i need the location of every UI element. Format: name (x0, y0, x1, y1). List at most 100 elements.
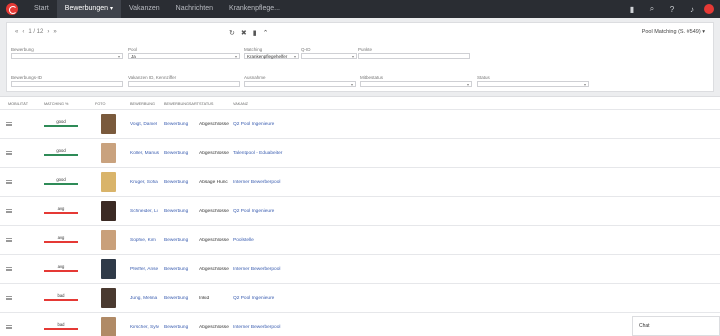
applicant-name-link[interactable]: Koller, Marius (130, 151, 162, 156)
vacancy-link[interactable]: Q2 Pool Ingenieure (233, 296, 274, 301)
pool-select-label: Pool Matching (S. #549) (641, 29, 701, 35)
refresh-icon[interactable]: ↻ (229, 29, 235, 37)
applicant-name-link[interactable]: Pfeiffer, Anse (130, 267, 162, 272)
vacancy-link[interactable]: Poolstelle (233, 238, 254, 243)
drag-handle-icon[interactable] (6, 296, 12, 300)
drag-handle-icon[interactable] (6, 267, 12, 271)
matching-score: good (44, 119, 78, 127)
table-row[interactable]: good Kruger, Sofia Bewerbung Absage Hunc Int… (0, 167, 720, 196)
chevron-down-icon: ▾ (583, 82, 586, 87)
bookmark-filter-icon[interactable]: ▮ (253, 29, 257, 37)
applicant-name-link[interactable]: Sophie, Kim (130, 238, 162, 243)
filter-mitbestatus-select[interactable]: ▾ (360, 81, 472, 87)
application-type-link[interactable]: Bewerbung (164, 151, 196, 156)
th-application-type[interactable]: Bewerbungsart (164, 102, 199, 106)
filter-bewerbungs-id: Bewerbungs-ID (11, 75, 123, 87)
search-icon[interactable]: ⌕ (642, 0, 662, 18)
application-type-link[interactable]: Bewerbung (164, 180, 196, 185)
applications-table: Mobilität Matching % Foto Bewerbung Bewe… (0, 96, 720, 336)
filter-pool: Pool Ja ▾ (128, 47, 240, 59)
application-status: Abgeschlosse (199, 151, 229, 156)
user-avatar[interactable] (704, 4, 714, 14)
filter-pool-select[interactable]: Ja ▾ (128, 53, 240, 59)
table-row[interactable]: avg Schneider, Li Bewerbung Abgeschlosse Q2 … (0, 196, 720, 225)
applicant-name-link[interactable]: Jung, Melina (130, 296, 162, 301)
applicant-photo[interactable] (101, 143, 116, 163)
drag-handle-icon[interactable] (6, 180, 12, 184)
bookmark-icon[interactable]: ▮ (622, 0, 642, 18)
nav-krankenpflege[interactable]: Krankenpflege... (221, 0, 288, 18)
table-row[interactable]: bad Jung, Melina Bewerbung Inkid Q2 Pool Ing… (0, 283, 720, 312)
th-vacancy[interactable]: Vakanz (233, 102, 248, 106)
nav-nachrichten[interactable]: Nachrichten (168, 0, 221, 18)
applicant-name-link[interactable]: Kirscher, Sylv (130, 325, 162, 330)
application-type-link[interactable]: Bewerbung (164, 267, 196, 272)
application-type-link[interactable]: Bewerbung (164, 325, 196, 330)
drag-handle-icon[interactable] (6, 325, 12, 329)
drag-handle-icon[interactable] (6, 122, 12, 126)
filter-bewerbung-input[interactable]: ▾ (11, 53, 123, 59)
drag-handle-icon[interactable] (6, 238, 12, 242)
filter-matching-select[interactable]: Krankenpflegehelfer ▾ (244, 53, 299, 59)
matching-score: avg (44, 264, 78, 272)
filter-vakanzen-id-input[interactable] (128, 81, 240, 87)
vacancy-link[interactable]: Interner Bewerberpool (233, 180, 280, 185)
last-page-icon[interactable]: » (53, 29, 56, 35)
filter-matching: Matching Krankenpflegehelfer ▾ (244, 47, 299, 59)
drag-handle-icon[interactable] (6, 151, 12, 155)
bell-icon[interactable]: ♪ (682, 0, 702, 18)
table-row[interactable]: bad Kirscher, Sylv Bewerbung Abgeschlosse In… (0, 312, 720, 336)
filter-status-select[interactable]: ▾ (477, 81, 589, 87)
applicant-photo[interactable] (101, 259, 116, 279)
vacancy-link[interactable]: Q2 Pool Ingenieure (233, 209, 274, 214)
filter-bewerbungs-id-input[interactable] (11, 81, 123, 87)
nav-start[interactable]: Start (26, 0, 57, 18)
application-type-link[interactable]: Bewerbung (164, 122, 196, 127)
table-row[interactable]: good Koller, Marius Bewerbung Abgeschlosse T… (0, 138, 720, 167)
prev-page-icon[interactable]: ‹ (22, 29, 24, 35)
applicant-photo[interactable] (101, 114, 116, 134)
chat-widget[interactable]: Chat (632, 316, 720, 336)
filter-punkte-input[interactable] (358, 53, 470, 59)
applicant-name-link[interactable]: Voigt, Daniel (130, 122, 162, 127)
applicant-photo[interactable] (101, 230, 116, 250)
th-matching[interactable]: Matching % (44, 102, 68, 106)
first-page-icon[interactable]: « (15, 29, 18, 35)
filter-status-label: Status (477, 75, 490, 80)
table-row[interactable]: avg Sophie, Kim Bewerbung Abgeschlosse Pools… (0, 225, 720, 254)
matching-bar (44, 299, 78, 301)
chat-label: Chat (639, 323, 650, 329)
applicant-photo[interactable] (101, 172, 116, 192)
nav-vakanzen[interactable]: Vakanzen (121, 0, 168, 18)
collapse-icon[interactable]: ⌃ (263, 29, 269, 37)
filter-q-id-input[interactable]: ▾ (301, 53, 357, 59)
vacancy-link[interactable]: Talentpool - Eduabeiter (233, 151, 282, 156)
nav-bewerbungen[interactable]: Bewerbungen ▾ (56, 0, 122, 18)
pool-select[interactable]: Pool Matching (S. #549) ▾ (642, 29, 705, 35)
th-mobility[interactable]: Mobilität (8, 102, 28, 106)
filter-ausnahme-select[interactable]: ▾ (244, 81, 356, 87)
next-page-icon[interactable]: › (47, 29, 49, 35)
th-status[interactable]: Status (199, 102, 213, 106)
table-row[interactable]: avg Pfeiffer, Anse Bewerbung Abgeschlosse In… (0, 254, 720, 283)
applicant-photo[interactable] (101, 288, 116, 308)
app-logo[interactable] (6, 3, 18, 15)
clear-icon[interactable]: ✖ (241, 29, 247, 37)
vacancy-link[interactable]: Q2 Pool Ingenieure (233, 122, 274, 127)
application-type-link[interactable]: Bewerbung (164, 238, 196, 243)
applicant-name-link[interactable]: Kruger, Sofia (130, 180, 162, 185)
applicant-name-link[interactable]: Schneider, Li (130, 209, 162, 214)
help-icon[interactable]: ? (662, 0, 682, 18)
application-type-link[interactable]: Bewerbung (164, 209, 196, 214)
application-type-link[interactable]: Bewerbung (164, 296, 196, 301)
matching-score-label: good (56, 119, 66, 124)
drag-handle-icon[interactable] (6, 209, 12, 213)
table-row[interactable]: good Voigt, Daniel Bewerbung Abgeschlosse Q2… (0, 109, 720, 138)
applicant-photo[interactable] (101, 317, 116, 336)
matching-bar (44, 154, 78, 156)
vacancy-link[interactable]: Interner Bewerberpool (233, 325, 280, 330)
th-application[interactable]: Bewerbung (130, 102, 155, 106)
matching-score-label: avg (57, 264, 65, 269)
applicant-photo[interactable] (101, 201, 116, 221)
vacancy-link[interactable]: Interner Bewerberpool (233, 267, 280, 272)
